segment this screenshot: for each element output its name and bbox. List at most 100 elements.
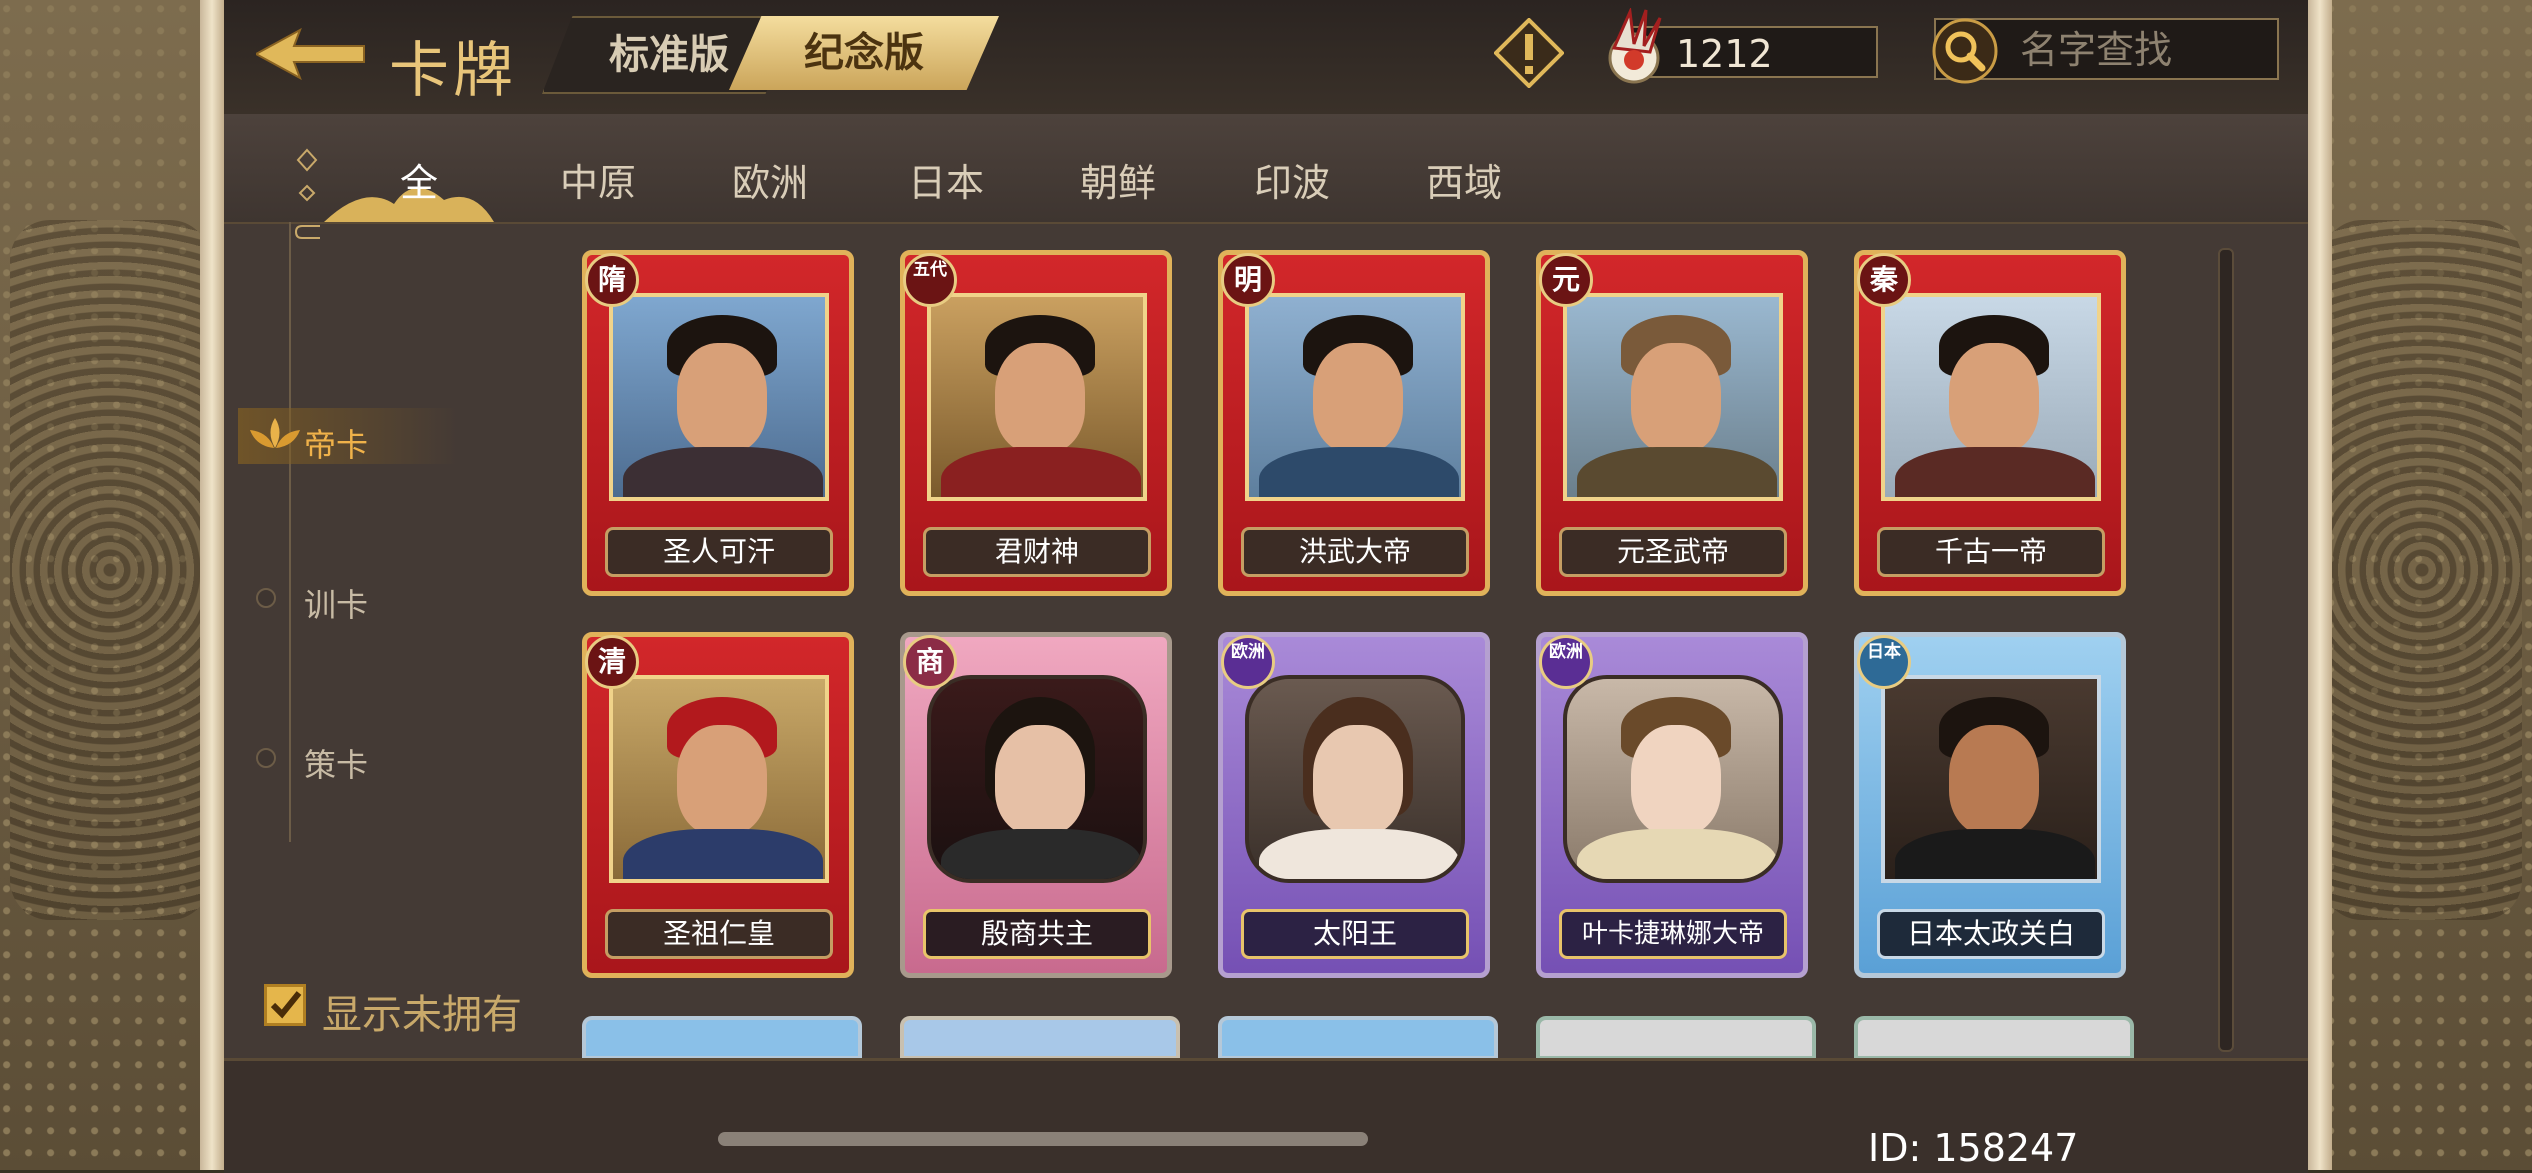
search-icon[interactable] [1932, 18, 1998, 84]
portrait-face [1631, 725, 1721, 835]
region-badge: 日本 [1857, 635, 1911, 689]
category-rail-line [289, 222, 291, 842]
portrait-robe [623, 447, 823, 497]
top-bar: 卡牌 标准版 纪念版 1212 [224, 0, 2308, 117]
card-japan-regent[interactable]: 日本 日本太政关白 [1854, 632, 2126, 978]
tab-commemorative-edition[interactable]: 纪念版 [729, 16, 999, 90]
card-partial[interactable] [1536, 1016, 1816, 1060]
card-name: 元圣武帝 [1559, 527, 1787, 577]
card-list-scrollbar[interactable] [2218, 248, 2234, 1052]
dynasty-badge: 五代 [903, 253, 957, 307]
card-qing-emperor[interactable]: 清 圣祖仁皇 [582, 632, 854, 978]
dragon-pattern-left [10, 220, 210, 920]
card-portrait [927, 293, 1147, 501]
portrait-robe [1259, 447, 1459, 497]
card-collection-panel: 卡牌 标准版 纪念版 1212 名字查找 全 中原 欧洲 日本 朝鲜 印波 西域… [224, 0, 2308, 1173]
dynasty-badge: 清 [585, 635, 639, 689]
portrait-robe [1895, 829, 2095, 879]
card-portrait [1881, 293, 2101, 501]
portrait-face [1949, 343, 2039, 453]
frame-strip-left [200, 0, 224, 1170]
card-portrait [1563, 293, 1783, 501]
card-name: 君财神 [923, 527, 1151, 577]
filter-tab-korea[interactable]: 朝鲜 [1080, 152, 1156, 207]
portrait-face [1313, 725, 1403, 835]
plume-currency-icon [1608, 8, 1662, 84]
dynasty-badge: 元 [1539, 253, 1593, 307]
region-badge: 欧洲 [1221, 635, 1275, 689]
back-arrow-icon[interactable] [256, 26, 366, 82]
card-portrait [1245, 293, 1465, 501]
card-name: 圣人可汗 [605, 527, 833, 577]
show-unowned-label: 显示未拥有 [322, 992, 522, 1038]
card-partial[interactable] [1218, 1016, 1498, 1060]
dynasty-badge: 秦 [1857, 253, 1911, 307]
card-five-dynasties-emperor[interactable]: 五代 君财神 [900, 250, 1172, 596]
card-ming-emperor[interactable]: 明 洪武大帝 [1218, 250, 1490, 596]
category-label: 帝卡 [304, 426, 369, 464]
show-unowned-checkbox[interactable] [264, 984, 306, 1026]
rail-dot [256, 588, 276, 608]
user-id: ID: 158247 [1868, 1126, 2079, 1170]
page-title: 卡牌 [389, 36, 517, 106]
card-portrait [609, 293, 829, 501]
card-qin-emperor[interactable]: 秦 千古一帝 [1854, 250, 2126, 596]
card-partial[interactable] [582, 1016, 862, 1060]
card-name: 叶卡捷琳娜大帝 [1559, 909, 1787, 959]
card-yuan-emperor[interactable]: 元 元圣武帝 [1536, 250, 1808, 596]
filter-tab-indo-persia[interactable]: 印波 [1254, 152, 1330, 207]
home-indicator[interactable] [718, 1132, 1368, 1146]
portrait-robe [1259, 829, 1459, 879]
dragon-pattern-right [2322, 220, 2522, 920]
portrait-face [995, 343, 1085, 453]
card-partial[interactable] [1854, 1016, 2134, 1060]
card-portrait [1881, 675, 2101, 883]
card-shang-ruler[interactable]: 商 殷商共主 [900, 632, 1172, 978]
currency-value: 1212 [1676, 32, 1773, 76]
portrait-gown [1577, 829, 1777, 879]
card-portrait [1245, 675, 1465, 883]
card-name: 千古一帝 [1877, 527, 2105, 577]
portrait-armor [1577, 447, 1777, 497]
portrait-face [1631, 343, 1721, 453]
filter-tab-zhongyuan[interactable]: 中原 [560, 152, 636, 207]
card-sun-king[interactable]: 欧洲 太阳王 [1218, 632, 1490, 978]
dynasty-badge: 商 [903, 635, 957, 689]
filter-tab-japan[interactable]: 日本 [908, 152, 984, 207]
lotus-icon [250, 418, 300, 448]
search-input[interactable] [2018, 20, 2272, 80]
portrait-face [677, 343, 767, 453]
diamond-ornament-icon [294, 148, 320, 239]
card-catherine-the-great[interactable]: 欧洲 叶卡捷琳娜大帝 [1536, 632, 1808, 978]
card-name: 殷商共主 [923, 909, 1151, 959]
search-box [1932, 18, 2279, 84]
left-decor-panel [0, 0, 230, 1170]
card-portrait [927, 675, 1147, 883]
filter-tab-all[interactable]: 全 [400, 152, 438, 207]
portrait-robe [941, 829, 1141, 879]
card-name: 圣祖仁皇 [605, 909, 833, 959]
dynasty-badge: 明 [1221, 253, 1275, 307]
right-decor-panel [2302, 0, 2532, 1170]
card-portrait [609, 675, 829, 883]
portrait-face [677, 725, 767, 835]
card-name: 洪武大帝 [1241, 527, 1469, 577]
alert-icon[interactable] [1494, 18, 1564, 88]
portrait-face [1949, 725, 2039, 835]
frame-strip-right [2308, 0, 2332, 1170]
category-label: 策卡 [304, 746, 369, 784]
filter-tab-western-regions[interactable]: 西域 [1426, 152, 1502, 207]
portrait-robe [623, 829, 823, 879]
card-sui-emperor[interactable]: 隋 圣人可汗 [582, 250, 854, 596]
portrait-face [995, 725, 1085, 835]
category-label: 训卡 [304, 586, 369, 624]
portrait-robe [1895, 447, 2095, 497]
card-portrait [1563, 675, 1783, 883]
region-filter-bar: 全 中原 欧洲 日本 朝鲜 印波 西域 [224, 114, 2308, 239]
portrait-face [1313, 343, 1403, 453]
rail-dot [256, 748, 276, 768]
card-name: 太阳王 [1241, 909, 1469, 959]
card-partial[interactable] [900, 1016, 1180, 1060]
filter-tab-europe[interactable]: 欧洲 [732, 152, 808, 207]
card-name: 日本太政关白 [1877, 909, 2105, 959]
